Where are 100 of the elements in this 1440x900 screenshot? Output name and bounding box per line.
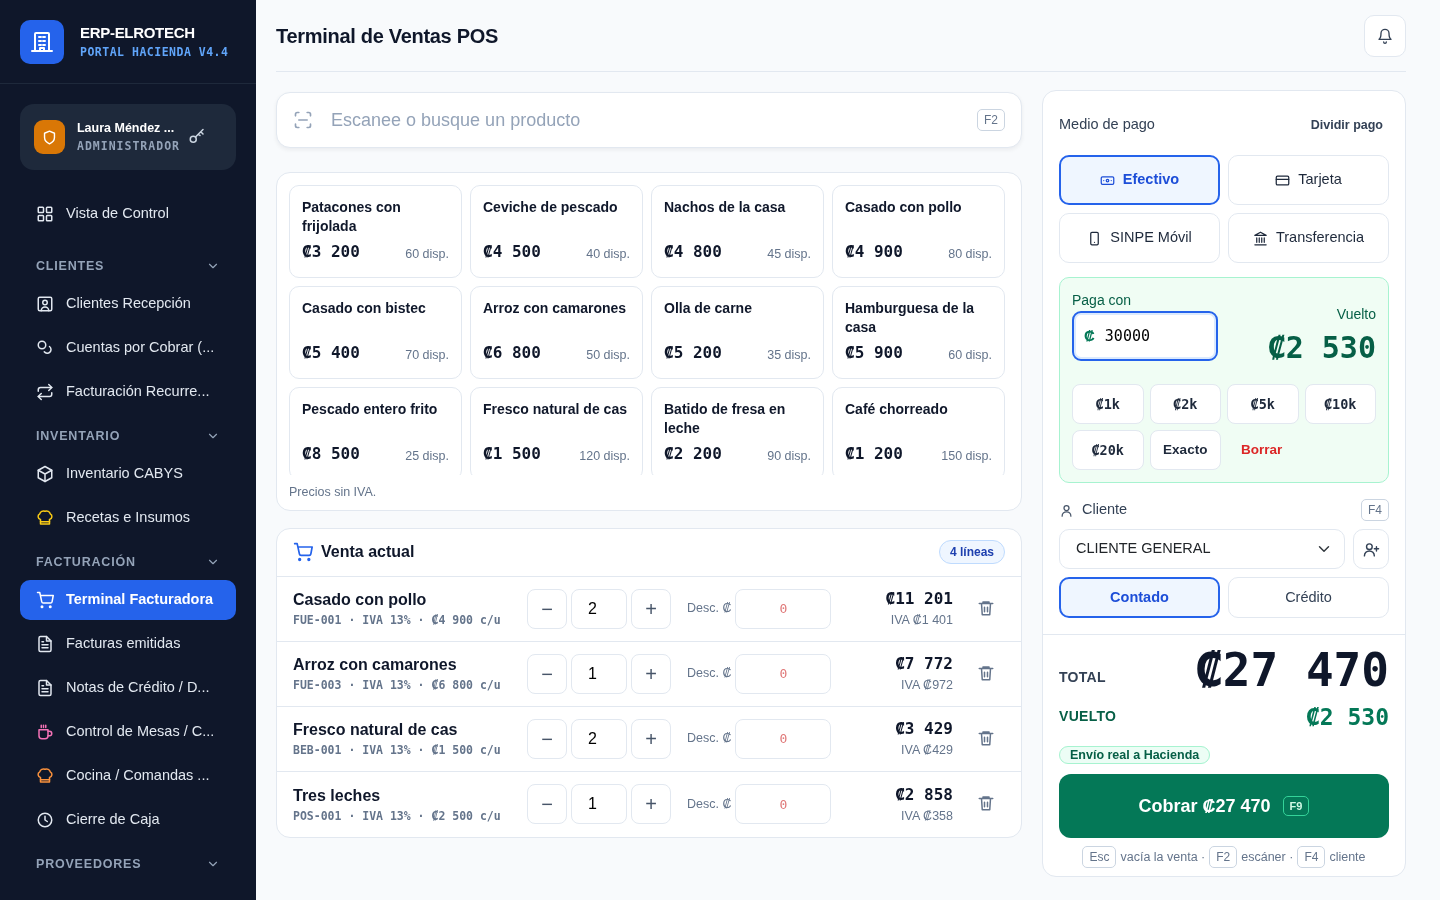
change-amount: ₡2 530	[1267, 329, 1376, 367]
product-card[interactable]: Casado con pollo ₡4 900 80 disp.	[832, 185, 1005, 278]
charge-button[interactable]: Cobrar ₡27 470 F9	[1059, 774, 1389, 839]
nav-item[interactable]: Clientes Recepción	[20, 284, 236, 324]
nav-item[interactable]: Recetas e Insumos	[20, 498, 236, 538]
discount-label: Desc. ₡	[687, 730, 732, 748]
quantity-field[interactable]: 2	[571, 588, 627, 629]
line-tax: IVA ₡358	[900, 807, 953, 825]
quick-amount-button[interactable]: ₡20k	[1072, 430, 1144, 470]
stock-count: 40 disp.	[586, 246, 630, 264]
trash-icon	[977, 663, 995, 682]
section-header: FACTURACIÓN	[36, 553, 136, 571]
quantity-field[interactable]: 1	[571, 653, 627, 694]
item-name: Fresco natural de cas	[293, 720, 459, 741]
product-card[interactable]: Pescado entero frito ₡8 500 25 disp.	[289, 387, 462, 475]
shortcut-key: Esc	[1082, 846, 1117, 869]
product-price: ₡5 200	[664, 342, 722, 364]
price-note: Precios sin IVA.	[289, 484, 378, 501]
line-total: ₡3 429	[895, 718, 953, 741]
product-card[interactable]: Batido de fresa en leche ₡2 200 90 disp.	[651, 387, 824, 475]
product-card[interactable]: Nachos de la casa ₡4 800 45 disp.	[651, 185, 824, 278]
change-label: Vuelto	[1335, 305, 1376, 324]
section-header: INVENTARIO	[36, 427, 121, 445]
product-card[interactable]: Olla de carne ₡5 200 35 disp.	[651, 286, 824, 379]
product-name: Café chorreado	[845, 400, 949, 419]
payment-method-button[interactable]: Tarjeta	[1228, 155, 1389, 205]
quantity-field[interactable]: 2	[571, 718, 627, 759]
nav-item[interactable]: Facturación Recurre...	[20, 372, 236, 412]
product-card[interactable]: Patacones con frijolada ₡3 200 60 disp.	[289, 185, 462, 278]
quantity-field[interactable]: 1	[571, 784, 627, 825]
product-price: ₡5 400	[302, 342, 360, 364]
product-name: Olla de carne	[664, 299, 753, 318]
decrease-button[interactable]: −	[527, 784, 567, 825]
document-icon	[36, 679, 54, 697]
search-input[interactable]: Escanee o busque un producto	[329, 105, 961, 135]
shortcut-key: F9	[1282, 795, 1310, 817]
nav-item[interactable]: Cierre de Caja	[20, 800, 236, 840]
quick-amount-button[interactable]: Exacto	[1149, 430, 1221, 470]
payment-method-button[interactable]: SINPE Móvil	[1059, 213, 1220, 263]
product-card[interactable]: Fresco natural de cas ₡1 500 120 disp.	[470, 387, 643, 475]
payment-term-button[interactable]: Contado	[1059, 577, 1220, 618]
product-card[interactable]: Café chorreado ₡1 200 150 disp.	[832, 387, 1005, 475]
shortcut-key: F4	[1297, 846, 1326, 869]
increase-button[interactable]: +	[631, 784, 671, 825]
product-price: ₡3 200	[302, 241, 360, 263]
payment-method-button[interactable]: Efectivo	[1059, 155, 1220, 205]
line-tax: IVA ₡429	[900, 742, 953, 760]
item-details: BEB-001 · IVA 13% · ₡1 500 c/u	[293, 742, 502, 760]
product-name: Casado con bistec	[302, 299, 427, 318]
product-card[interactable]: Ceviche de pescado ₡4 500 40 disp.	[470, 185, 643, 278]
amount-field[interactable]: ₡ 30000	[1072, 311, 1218, 361]
payment-method-button[interactable]: Transferencia	[1228, 213, 1389, 263]
nav-item[interactable]: Terminal Facturadora	[20, 580, 236, 620]
nav-item[interactable]: Cuentas por Cobrar (...	[20, 328, 236, 368]
key-button[interactable]	[188, 128, 206, 146]
product-card[interactable]: Casado con bistec ₡5 400 70 disp.	[289, 286, 462, 379]
decrease-button[interactable]: −	[527, 588, 567, 629]
nav-item[interactable]: Cocina / Comandas ...	[20, 756, 236, 796]
nav-item[interactable]: Notas de Crédito / D...	[20, 668, 236, 708]
payment-term-button[interactable]: Crédito	[1228, 577, 1389, 618]
quick-amount-button[interactable]: ₡2k	[1149, 384, 1221, 424]
nav-item[interactable]: Control de Mesas / C...	[20, 712, 236, 752]
split-payment-link[interactable]: Dividir pago	[1304, 114, 1389, 136]
repeat-icon	[36, 383, 54, 401]
item-details: FUE-001 · IVA 13% · ₡4 900 c/u	[293, 612, 502, 630]
shortcut-hint: escáner ·	[1241, 848, 1294, 866]
increase-button[interactable]: +	[631, 653, 671, 694]
increase-button[interactable]: +	[631, 718, 671, 759]
key-icon	[188, 128, 206, 146]
stock-count: 70 disp.	[405, 347, 449, 365]
client-select[interactable]: CLIENTE GENERAL	[1059, 529, 1346, 569]
quick-amount-button[interactable]: ₡10k	[1304, 384, 1376, 424]
nav-item[interactable]: Facturas emitidas	[20, 624, 236, 664]
trash-icon	[977, 794, 995, 813]
decrease-button[interactable]: −	[527, 718, 567, 759]
decrease-button[interactable]: −	[527, 653, 567, 694]
bell-icon	[1377, 27, 1393, 44]
add-client-button[interactable]	[1353, 529, 1389, 569]
stock-count: 35 disp.	[767, 347, 811, 365]
nav-item[interactable]: Inventario CABYS	[20, 454, 236, 494]
quick-amount-button[interactable]: ₡1k	[1072, 384, 1144, 424]
line-tax: IVA ₡1 401	[889, 612, 953, 630]
product-card[interactable]: Arroz con camarones ₡6 800 50 disp.	[470, 286, 643, 379]
discount-label: Desc. ₡	[687, 795, 732, 813]
clear-button[interactable]: Borrar	[1227, 430, 1299, 470]
amount-input[interactable]: 30000	[1102, 323, 1206, 349]
increase-button[interactable]: +	[631, 588, 671, 629]
chef-hat-icon	[36, 509, 54, 527]
product-name: Arroz con camarones	[483, 299, 628, 318]
discount-label: Desc. ₡	[687, 665, 732, 683]
search-field[interactable]: Escanee o busque un producto F2	[276, 92, 1022, 148]
stock-count: 60 disp.	[948, 347, 992, 365]
nav-item[interactable]: Vista de Control	[20, 194, 236, 234]
cart-icon	[36, 591, 54, 609]
user-icon	[1059, 502, 1074, 518]
quick-amount-button[interactable]: ₡5k	[1227, 384, 1299, 424]
product-name: Hamburguesa de la casa	[845, 299, 976, 337]
stock-count: 90 disp.	[767, 448, 811, 466]
product-card[interactable]: Hamburguesa de la casa ₡5 900 60 disp.	[832, 286, 1005, 379]
notifications-button[interactable]	[1364, 14, 1406, 57]
